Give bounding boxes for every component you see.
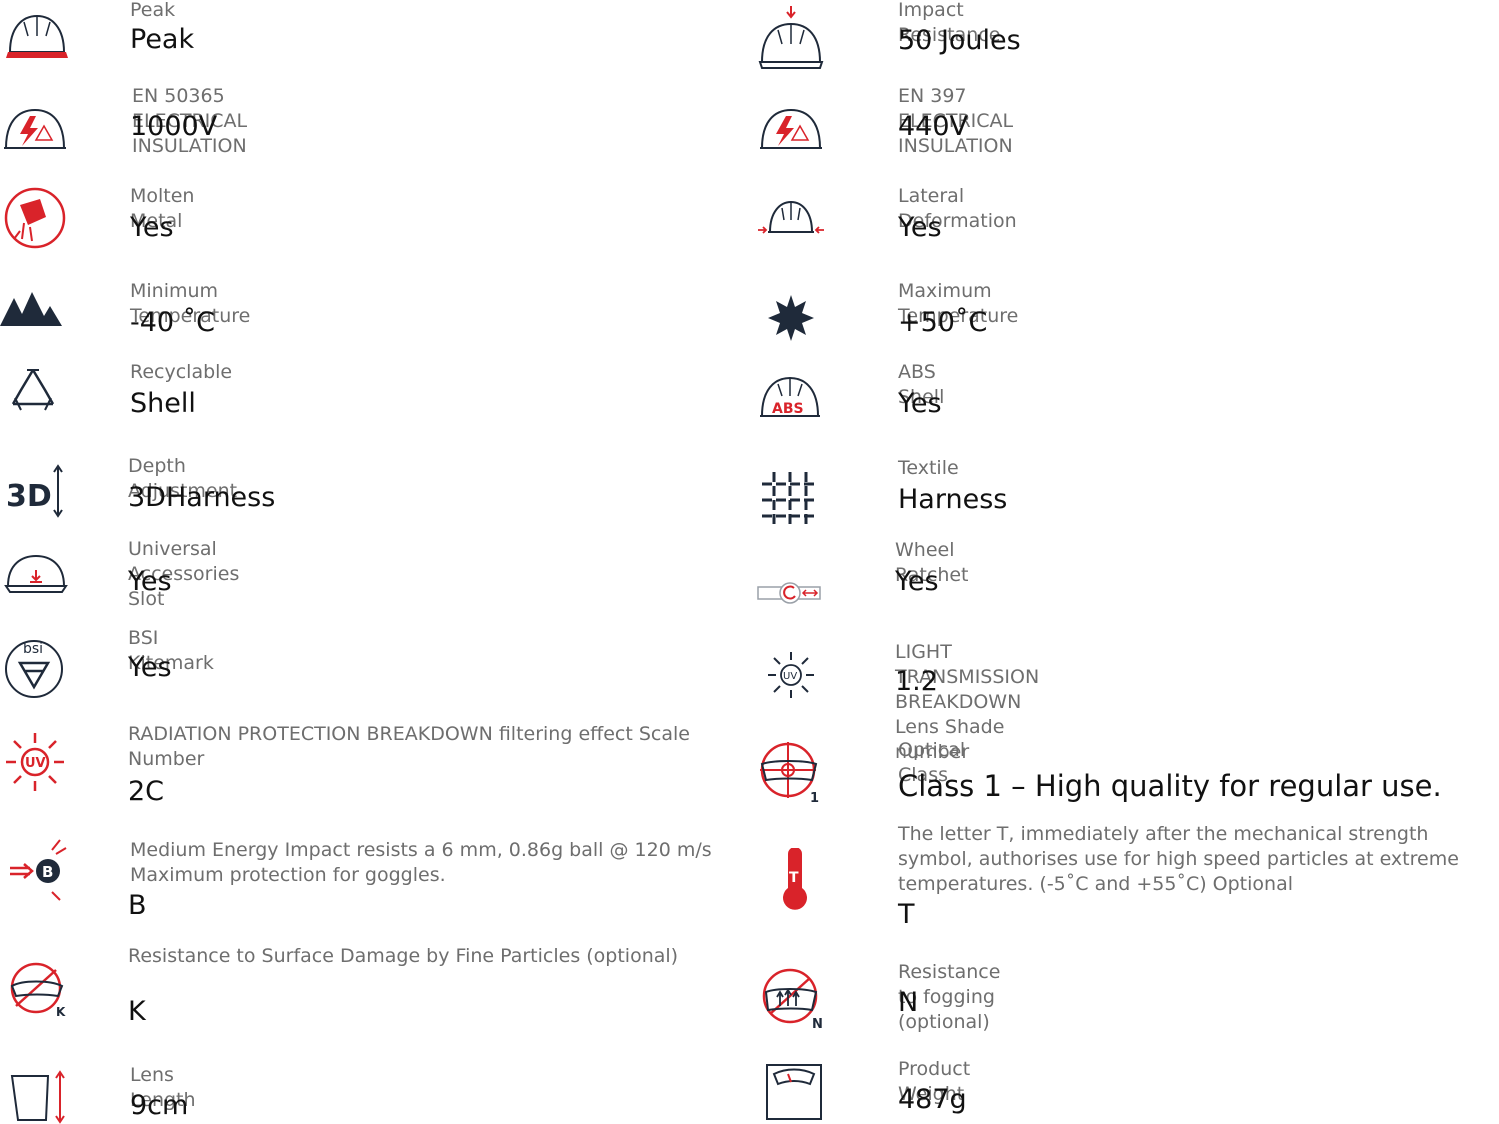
lens-length-icon <box>8 1070 70 1124</box>
svg-text:ABS: ABS <box>772 401 804 417</box>
svg-text:1: 1 <box>810 791 819 806</box>
spec-value: 9cm <box>130 1090 189 1121</box>
svg-text:K: K <box>56 1005 66 1019</box>
spec-value: 1.2 <box>895 666 938 697</box>
optical-class-icon: 1 <box>758 740 824 806</box>
3d-harness-icon: 3D <box>6 460 66 520</box>
impact-b-icon: B <box>8 836 68 902</box>
uv-radiation-icon: UV <box>4 731 66 793</box>
spec-value: Harness <box>898 484 1008 515</box>
electrical-insulation-icon <box>0 96 70 166</box>
textile-icon <box>760 470 820 530</box>
weight-scale-icon <box>764 1062 824 1122</box>
spec-value: T <box>898 899 915 930</box>
mountains-icon <box>0 284 64 334</box>
svg-text:T: T <box>789 870 799 886</box>
spec-value: K <box>128 996 146 1027</box>
spec-label: The letter T, immediately after the mech… <box>898 823 1459 895</box>
spec-label: Resistance to Surface Damage by Fine Par… <box>128 945 679 967</box>
surface-damage-k-icon: K <box>6 958 70 1022</box>
spec-label: Peak <box>130 0 176 21</box>
thermometer-t-icon: T <box>778 848 812 912</box>
anti-fog-n-icon: N <box>760 966 826 1032</box>
bsi-kitemark-icon: bsi <box>2 633 66 699</box>
spec-value: Yes <box>895 566 939 597</box>
spec-value: 487g <box>898 1084 967 1115</box>
svg-text:bsi: bsi <box>23 641 43 657</box>
abs-shell-icon: ABS <box>758 370 822 426</box>
spec-value: B <box>128 890 147 921</box>
spec-value: Yes <box>128 566 172 597</box>
svg-text:UV: UV <box>25 756 46 771</box>
spec-value: Yes <box>898 212 942 243</box>
svg-text:UV: UV <box>783 671 797 682</box>
spec-value: 440V <box>898 111 969 142</box>
spec-value: 1000V <box>130 111 218 142</box>
svg-text:B: B <box>42 863 53 881</box>
impact-resistance-icon <box>756 4 826 74</box>
spec-value: Shell <box>130 388 196 419</box>
svg-text:N: N <box>812 1017 823 1032</box>
spec-value: Peak <box>130 24 195 55</box>
svg-text:3D: 3D <box>6 479 52 514</box>
wheel-ratchet-icon <box>756 578 822 608</box>
spec-label: Medium Energy Impact resists a 6 mm, 0.8… <box>130 839 712 886</box>
accessory-slot-icon <box>4 550 68 600</box>
spec-value: 50 Joules <box>898 25 1021 56</box>
lateral-deformation-icon <box>756 190 826 246</box>
electrical-insulation-icon <box>756 96 826 166</box>
spec-value: Yes <box>130 212 174 243</box>
spec-value: 2C <box>128 776 165 807</box>
spec-value: +50˚C <box>898 307 988 338</box>
spec-value: N <box>898 987 919 1018</box>
spec-value: 3DHarness <box>128 482 276 513</box>
spec-value: Yes <box>898 388 942 419</box>
sun-icon <box>766 293 816 343</box>
recycle-icon <box>5 362 61 422</box>
spec-label: Recyclable <box>130 361 233 383</box>
spec-label: Textile <box>898 457 959 479</box>
molten-metal-icon <box>0 183 70 253</box>
spec-value: -40 ˚C <box>130 307 216 338</box>
helmet-peak-icon <box>2 6 72 76</box>
spec-value: Yes <box>128 652 172 683</box>
uv-light-icon: UV <box>766 650 816 700</box>
spec-value: Class 1 – High quality for regular use. <box>898 769 1442 803</box>
spec-label: RADIATION PROTECTION BREAKDOWN filtering… <box>128 723 690 770</box>
